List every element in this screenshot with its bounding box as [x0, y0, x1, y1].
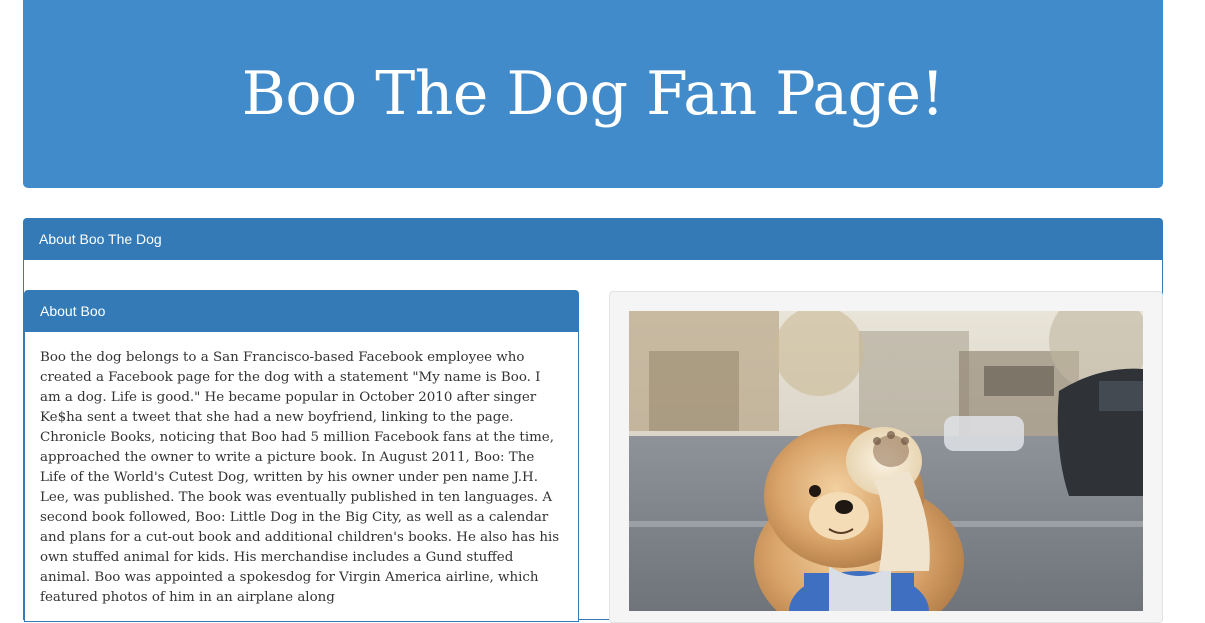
- about-boo-heading: About Boo: [25, 291, 578, 332]
- header-jumbotron: Boo The Dog Fan Page!: [23, 0, 1163, 188]
- pomeranian-dog-image: [629, 311, 1143, 611]
- page-title: Boo The Dog Fan Page!: [241, 59, 945, 129]
- boo-dog-photo: [629, 311, 1143, 611]
- about-boo-the-dog-panel: About Boo The Dog About Boo Boo the dog …: [23, 218, 1163, 623]
- about-boo-panel: About Boo Boo the dog belongs to a San F…: [24, 290, 579, 622]
- panel-heading: About Boo The Dog: [24, 219, 1162, 260]
- photo-well: [609, 291, 1163, 623]
- about-boo-text: Boo the dog belongs to a San Francisco-b…: [40, 350, 560, 605]
